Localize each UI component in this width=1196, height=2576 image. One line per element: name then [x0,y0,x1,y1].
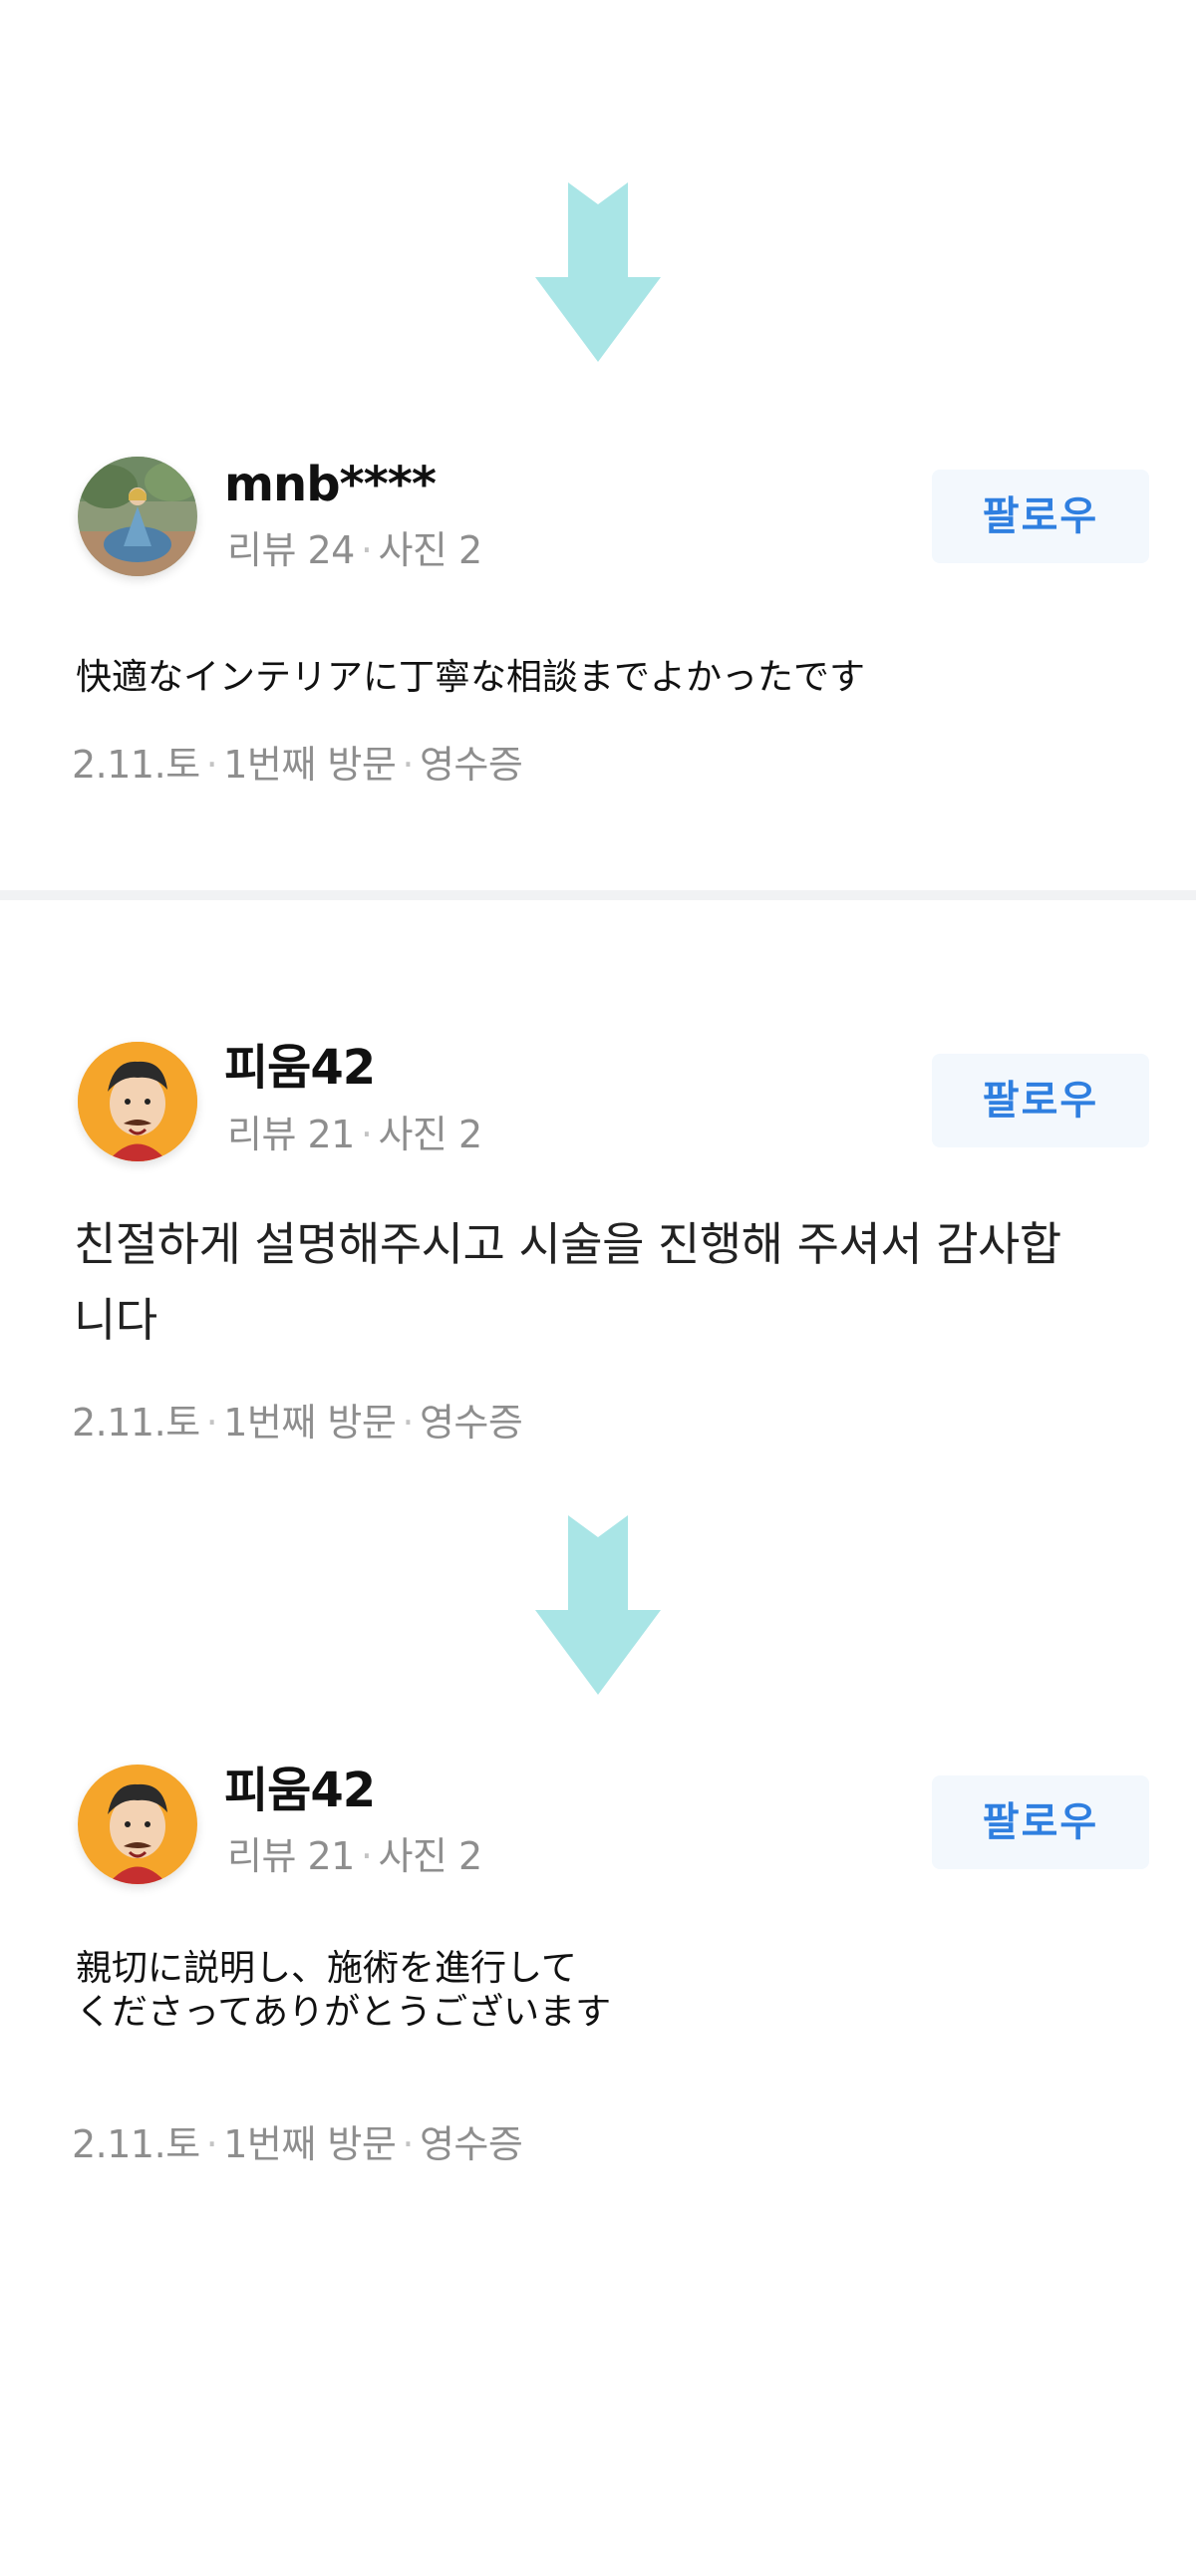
username[interactable]: mnb**** [224,461,437,508]
review-text: 親切に説明し、施術を進行して くださってありがとうございます [76,1948,612,2033]
review-text: 친절하게 설명해주시고 시술을 진행해 주셔서 감사합 니다 [74,1217,1061,1347]
separator-dot: · [205,1401,218,1445]
username[interactable]: 피움42 [224,1044,376,1092]
review-meta: 2.11.토 · 1번째 방문 · 영수증 [72,2122,523,2166]
review-meta: 2.11.토 · 1번째 방문 · 영수증 [72,743,523,787]
separator-dot: · [360,1834,373,1878]
receipt-badge: 영수증 [419,1401,523,1445]
down-arrow-icon [533,182,663,362]
photo-count: 사진 2 [378,528,482,572]
down-arrow-icon [533,1515,663,1695]
visit-count: 1번째 방문 [223,1401,397,1445]
separator-dot: · [402,2122,414,2166]
visit-date: 2.11.토 [72,2122,200,2166]
photo-count: 사진 2 [378,1834,482,1878]
follow-button[interactable]: 팔로우 [932,470,1149,563]
review-count: 리뷰 24 [227,528,355,572]
user-stats: 리뷰 24 · 사진 2 [227,531,482,569]
separator-dot: · [360,1113,373,1156]
avatar[interactable] [78,457,197,576]
section-divider [0,890,1196,900]
user-stats: 리뷰 21 · 사진 2 [227,1116,482,1153]
separator-dot: · [205,2122,218,2166]
username[interactable]: 피움42 [224,1767,376,1814]
visit-date: 2.11.토 [72,743,200,787]
avatar[interactable] [78,1765,197,1884]
review-count: 리뷰 21 [227,1113,355,1156]
user-stats: 리뷰 21 · 사진 2 [227,1837,482,1875]
receipt-badge: 영수증 [419,743,523,787]
receipt-badge: 영수증 [419,2122,523,2166]
separator-dot: · [360,528,373,572]
separator-dot: · [402,743,414,787]
photo-count: 사진 2 [378,1113,482,1156]
follow-button[interactable]: 팔로우 [932,1054,1149,1147]
visit-count: 1번째 방문 [223,743,397,787]
separator-dot: · [402,1401,414,1445]
follow-button[interactable]: 팔로우 [932,1775,1149,1869]
review-meta: 2.11.토 · 1번째 방문 · 영수증 [72,1401,523,1445]
separator-dot: · [205,743,218,787]
review-count: 리뷰 21 [227,1834,355,1878]
review-text: 快適なインテリアに丁寧な相談までよかったです [76,657,866,698]
visit-count: 1번째 방문 [223,2122,397,2166]
avatar[interactable] [78,1042,197,1161]
visit-date: 2.11.토 [72,1401,200,1445]
